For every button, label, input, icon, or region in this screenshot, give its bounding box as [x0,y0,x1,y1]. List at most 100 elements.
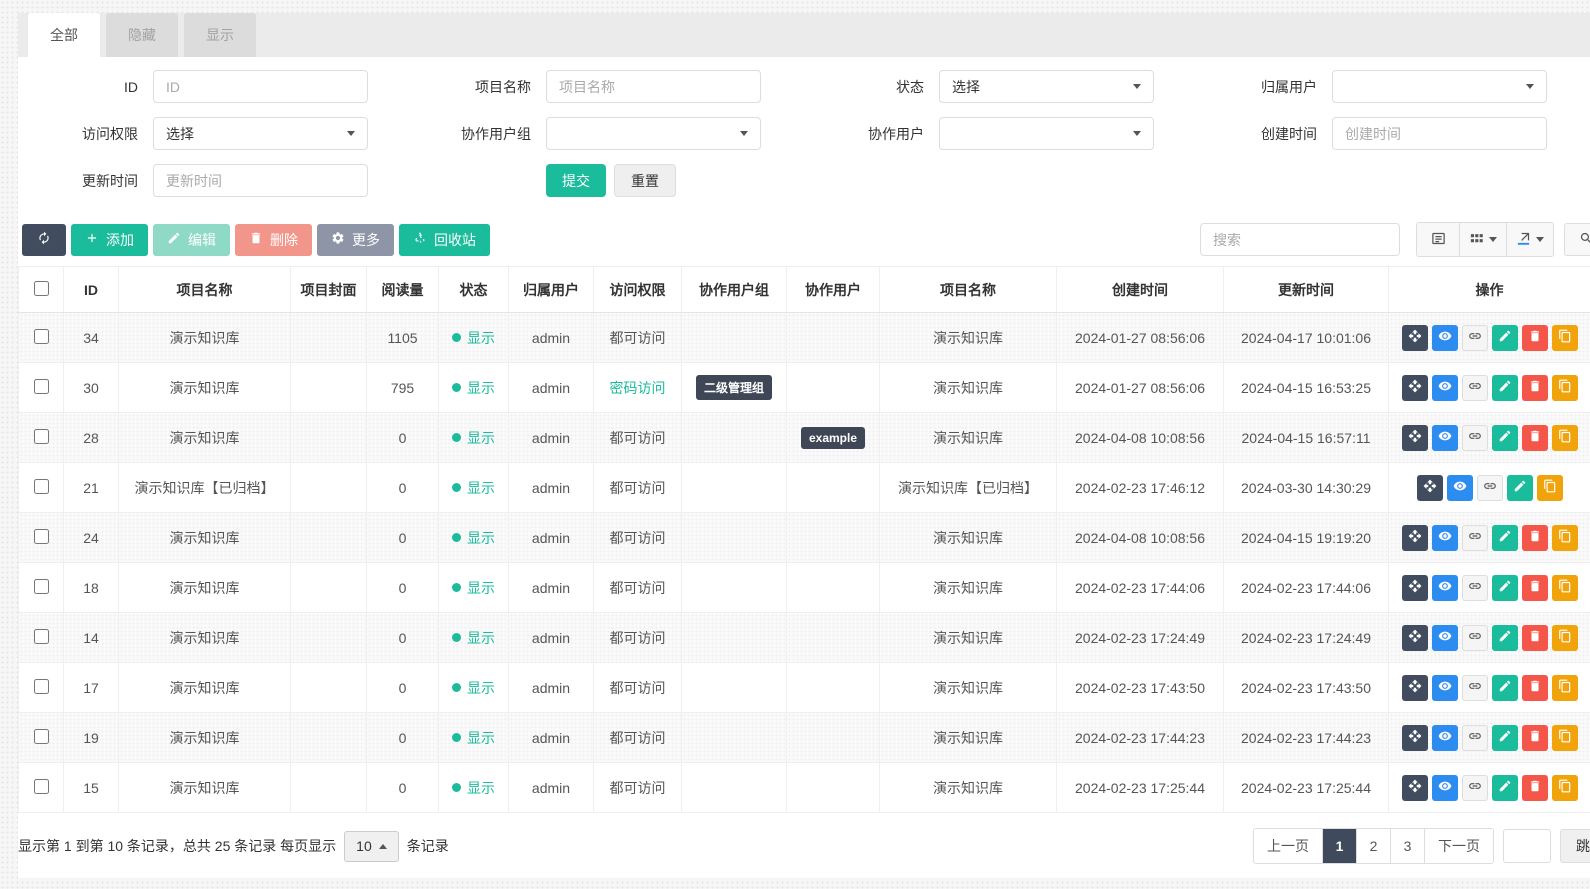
created-filter-input[interactable] [1332,117,1547,150]
row-copy-button[interactable] [1552,425,1578,451]
row-link-button[interactable] [1462,775,1488,801]
row-edit-button[interactable] [1492,525,1518,551]
row-view-button[interactable] [1432,525,1458,551]
row-checkbox[interactable] [34,479,49,494]
row-checkbox[interactable] [34,579,49,594]
row-delete-button[interactable] [1522,525,1548,551]
row-edit-button[interactable] [1492,425,1518,451]
row-view-button[interactable] [1432,725,1458,751]
row-checkbox[interactable] [34,779,49,794]
row-delete-button[interactable] [1522,325,1548,351]
page-button-1[interactable]: 1 [1322,829,1356,863]
row-copy-button[interactable] [1537,475,1563,501]
row-edit-button[interactable] [1492,675,1518,701]
row-edit-button[interactable] [1492,725,1518,751]
owner-filter-select[interactable] [1332,70,1547,103]
row-move-button[interactable] [1402,575,1428,601]
row-move-button[interactable] [1402,725,1428,751]
select-all-checkbox[interactable] [34,281,49,296]
row-move-button[interactable] [1402,325,1428,351]
row-copy-button[interactable] [1552,625,1578,651]
updated-filter-input[interactable] [153,164,368,197]
prev-page-button[interactable]: 上一页 [1254,829,1322,863]
row-link-button[interactable] [1477,475,1503,501]
row-view-button[interactable] [1432,325,1458,351]
row-link-button[interactable] [1462,625,1488,651]
row-checkbox[interactable] [34,679,49,694]
add-button[interactable]: 添加 [71,224,148,256]
row-view-button[interactable] [1432,375,1458,401]
collab-user-filter-select[interactable] [939,117,1154,150]
delete-button[interactable]: 删除 [235,224,312,256]
refresh-button[interactable] [22,224,66,256]
jump-page-input[interactable] [1503,829,1551,863]
row-copy-button[interactable] [1552,325,1578,351]
row-view-button[interactable] [1432,675,1458,701]
row-move-button[interactable] [1417,475,1443,501]
row-checkbox[interactable] [34,729,49,744]
id-filter-input[interactable] [153,70,368,103]
row-view-button[interactable] [1432,775,1458,801]
row-view-button[interactable] [1447,475,1473,501]
row-delete-button[interactable] [1522,375,1548,401]
row-link-button[interactable] [1462,375,1488,401]
tab-hidden[interactable]: 隐藏 [106,13,178,57]
row-edit-button[interactable] [1492,625,1518,651]
row-edit-button[interactable] [1492,775,1518,801]
row-delete-button[interactable] [1522,675,1548,701]
row-delete-button[interactable] [1522,725,1548,751]
page-size-select[interactable]: 10 [344,831,399,862]
row-link-button[interactable] [1462,425,1488,451]
project-name-filter-input[interactable] [546,70,761,103]
row-link-button[interactable] [1462,675,1488,701]
next-page-button[interactable]: 下一页 [1424,829,1493,863]
row-copy-button[interactable] [1552,575,1578,601]
row-checkbox[interactable] [34,329,49,344]
row-copy-button[interactable] [1552,525,1578,551]
row-checkbox[interactable] [34,529,49,544]
row-edit-button[interactable] [1492,325,1518,351]
row-copy-button[interactable] [1552,725,1578,751]
row-delete-button[interactable] [1522,625,1548,651]
row-move-button[interactable] [1402,375,1428,401]
recycle-bin-button[interactable]: 回收站 [399,224,490,256]
row-move-button[interactable] [1402,675,1428,701]
row-delete-button[interactable] [1522,575,1548,601]
row-link-button[interactable] [1462,575,1488,601]
edit-button[interactable]: 编辑 [153,224,230,256]
row-checkbox[interactable] [34,379,49,394]
row-delete-button[interactable] [1522,425,1548,451]
row-move-button[interactable] [1402,625,1428,651]
status-filter-select[interactable]: 选择 [939,70,1154,103]
reset-button[interactable]: 重置 [614,164,676,197]
row-checkbox[interactable] [34,629,49,644]
export-button[interactable] [1506,223,1553,256]
page-button-2[interactable]: 2 [1356,829,1390,863]
row-move-button[interactable] [1402,525,1428,551]
search-toggle-button[interactable] [1564,223,1590,256]
tab-visible[interactable]: 显示 [184,13,256,57]
submit-button[interactable]: 提交 [546,164,606,197]
columns-button[interactable] [1459,223,1506,256]
more-button[interactable]: 更多 [317,224,394,256]
jump-button[interactable]: 跳转 [1560,829,1590,863]
search-input[interactable] [1200,223,1400,256]
row-link-button[interactable] [1462,525,1488,551]
tab-all[interactable]: 全部 [28,13,100,57]
row-delete-button[interactable] [1522,775,1548,801]
row-edit-button[interactable] [1492,375,1518,401]
access-filter-select[interactable]: 选择 [153,117,368,150]
group-filter-select[interactable] [546,117,761,150]
row-copy-button[interactable] [1552,675,1578,701]
row-move-button[interactable] [1402,425,1428,451]
row-copy-button[interactable] [1552,775,1578,801]
row-link-button[interactable] [1462,325,1488,351]
row-copy-button[interactable] [1552,375,1578,401]
row-checkbox[interactable] [34,429,49,444]
row-view-button[interactable] [1432,425,1458,451]
detail-view-button[interactable] [1417,223,1459,256]
row-edit-button[interactable] [1507,475,1533,501]
row-move-button[interactable] [1402,775,1428,801]
row-view-button[interactable] [1432,625,1458,651]
row-edit-button[interactable] [1492,575,1518,601]
